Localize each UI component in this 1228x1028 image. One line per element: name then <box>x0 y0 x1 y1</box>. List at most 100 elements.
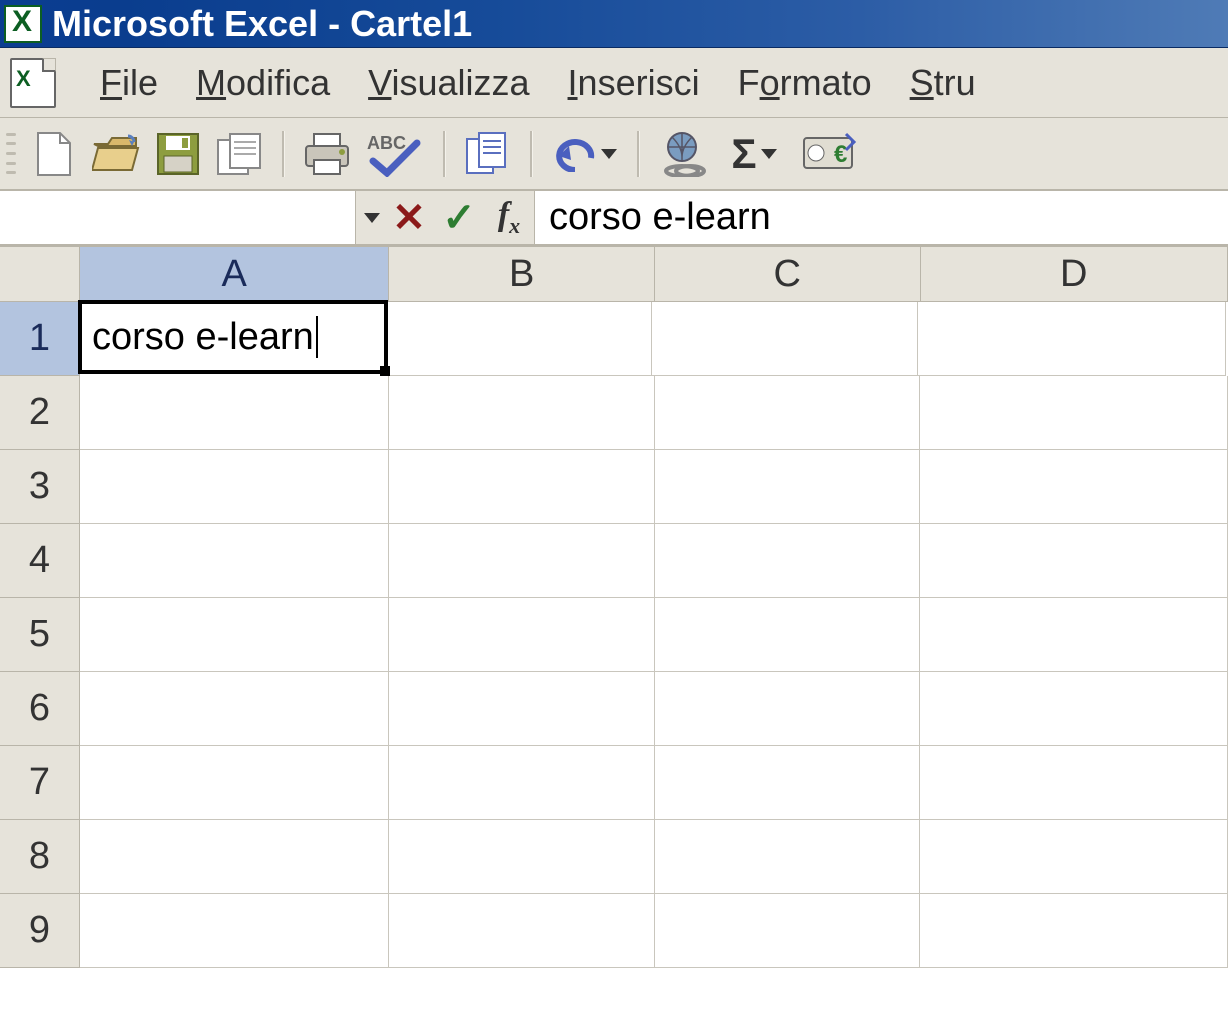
cell-C6[interactable] <box>655 672 921 746</box>
titlebar: Microsoft Excel - Cartel1 <box>0 0 1228 48</box>
copy-button[interactable] <box>462 128 514 180</box>
cell-C4[interactable] <box>655 524 921 598</box>
row-header-3[interactable]: 3 <box>0 450 80 524</box>
column-header-A[interactable]: A <box>80 246 390 302</box>
cell-A8[interactable] <box>80 820 390 894</box>
formula-enter-button[interactable]: ✓ <box>434 190 484 245</box>
excel-app-icon <box>4 5 42 43</box>
menu-inserisci[interactable]: Inserisci <box>568 62 700 104</box>
fx-icon: fx <box>498 196 520 239</box>
menu-file[interactable]: File <box>100 62 158 104</box>
cell-A1[interactable]: corso e-learn <box>78 300 388 374</box>
undo-dropdown-arrow[interactable] <box>601 149 617 159</box>
chevron-down-icon <box>364 213 380 223</box>
toolbar-separator <box>282 131 285 177</box>
column-header-C[interactable]: C <box>655 246 921 302</box>
cancel-x-icon: ✕ <box>392 195 426 241</box>
cell-A2[interactable] <box>80 376 390 450</box>
permission-button[interactable] <box>214 128 266 180</box>
cell-D8[interactable] <box>920 820 1228 894</box>
window-title: Microsoft Excel - Cartel1 <box>52 3 472 45</box>
cell-D7[interactable] <box>920 746 1228 820</box>
cell-D5[interactable] <box>920 598 1228 672</box>
cell-B6[interactable] <box>389 672 655 746</box>
menu-visualizza[interactable]: Visualizza <box>368 62 529 104</box>
row-header-1[interactable]: 1 <box>0 302 80 376</box>
cell-C8[interactable] <box>655 820 921 894</box>
column-header-B[interactable]: B <box>389 246 655 302</box>
open-button[interactable] <box>90 128 142 180</box>
new-document-icon <box>34 131 74 177</box>
cell-A9[interactable] <box>80 894 390 968</box>
cell-C5[interactable] <box>655 598 921 672</box>
autosum-button[interactable]: Σ <box>718 128 790 180</box>
sigma-icon: Σ <box>731 130 756 178</box>
cell-C1[interactable] <box>652 302 918 376</box>
cell-D1[interactable] <box>918 302 1226 376</box>
cell-B1[interactable] <box>386 302 652 376</box>
print-button[interactable] <box>301 128 353 180</box>
toolbar-grip[interactable] <box>6 130 16 178</box>
hyperlink-button[interactable] <box>656 128 708 180</box>
cell-A4[interactable] <box>80 524 390 598</box>
cell-B2[interactable] <box>389 376 655 450</box>
svg-text:ABC: ABC <box>367 133 406 153</box>
cell-B9[interactable] <box>389 894 655 968</box>
cell-D9[interactable] <box>920 894 1228 968</box>
copy-icon <box>465 131 511 177</box>
excel-doc-icon: X <box>10 58 56 108</box>
open-folder-icon <box>92 134 140 174</box>
cell-C9[interactable] <box>655 894 921 968</box>
name-box[interactable] <box>0 190 356 245</box>
formula-bar: ✕ ✓ fx corso e-learn <box>0 190 1228 246</box>
text-cursor <box>316 316 318 358</box>
cell-B3[interactable] <box>389 450 655 524</box>
row-header-7[interactable]: 7 <box>0 746 80 820</box>
new-document-button[interactable] <box>28 128 80 180</box>
undo-button[interactable] <box>549 128 621 180</box>
cell-A7[interactable] <box>80 746 390 820</box>
menu-strumenti[interactable]: Stru <box>910 62 976 104</box>
cell-B4[interactable] <box>389 524 655 598</box>
insert-function-button[interactable]: fx <box>484 190 534 245</box>
cell-D4[interactable] <box>920 524 1228 598</box>
save-button[interactable] <box>152 128 204 180</box>
cell-D6[interactable] <box>920 672 1228 746</box>
currency-button[interactable]: € <box>800 128 860 180</box>
spelling-button[interactable]: ABC <box>363 128 427 180</box>
row-header-6[interactable]: 6 <box>0 672 80 746</box>
undo-icon <box>553 136 597 172</box>
spreadsheet-grid: A B C D 1 corso e-learn 2 3 4 5 <box>0 246 1228 968</box>
row-header-5[interactable]: 5 <box>0 598 80 672</box>
autosum-dropdown-arrow[interactable] <box>761 149 777 159</box>
cell-B8[interactable] <box>389 820 655 894</box>
cell-D3[interactable] <box>920 450 1228 524</box>
cell-D2[interactable] <box>920 376 1228 450</box>
cell-B7[interactable] <box>389 746 655 820</box>
svg-text:€: € <box>834 141 847 168</box>
menu-formato[interactable]: Formato <box>738 62 872 104</box>
row-header-4[interactable]: 4 <box>0 524 80 598</box>
row-header-2[interactable]: 2 <box>0 376 80 450</box>
toolbar-separator <box>530 131 533 177</box>
row-header-9[interactable]: 9 <box>0 894 80 968</box>
enter-check-icon: ✓ <box>442 195 476 241</box>
cell-C7[interactable] <box>655 746 921 820</box>
column-header-D[interactable]: D <box>921 246 1228 302</box>
select-all-corner[interactable] <box>0 246 80 302</box>
cell-A6[interactable] <box>80 672 390 746</box>
row-header-8[interactable]: 8 <box>0 820 80 894</box>
formula-input[interactable]: corso e-learn <box>534 190 1228 245</box>
formula-text: corso e-learn <box>549 196 771 239</box>
cell-C3[interactable] <box>655 450 921 524</box>
menu-modifica[interactable]: Modifica <box>196 62 330 104</box>
cell-B5[interactable] <box>389 598 655 672</box>
toolbar: ABC Σ <box>0 118 1228 190</box>
cell-A5[interactable] <box>80 598 390 672</box>
cell-A3[interactable] <box>80 450 390 524</box>
name-box-dropdown[interactable] <box>356 190 384 245</box>
menubar: X File Modifica Visualizza Inserisci For… <box>0 48 1228 118</box>
formula-cancel-button[interactable]: ✕ <box>384 190 434 245</box>
cell-C2[interactable] <box>655 376 921 450</box>
permission-icon <box>216 132 264 176</box>
